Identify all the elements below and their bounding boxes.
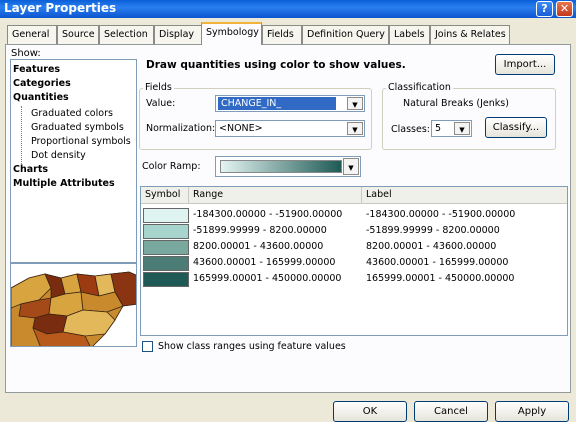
table-row[interactable]: 165999.00001 - 450000.00000 165999.00001… <box>141 271 567 287</box>
classes-value: 5 <box>435 123 442 134</box>
class-color-swatch[interactable] <box>143 224 189 239</box>
tab-symbology[interactable]: Symbology <box>201 22 262 45</box>
column-header-label[interactable]: Label <box>362 187 567 204</box>
range-cell[interactable]: 43600.00001 - 165999.00000 <box>193 257 335 268</box>
apply-button[interactable]: Apply <box>495 401 569 422</box>
label-cell[interactable]: -51899.99999 - 8200.00000 <box>366 225 500 236</box>
chevron-down-icon: ▼ <box>343 158 359 175</box>
tree-item-dot-density[interactable]: Dot density <box>31 150 86 161</box>
chevron-down-icon: ▼ <box>347 97 363 110</box>
normalization-dropdown[interactable]: <NONE> ▼ <box>215 120 365 137</box>
classify-button[interactable]: Classify... <box>485 117 547 138</box>
range-cell[interactable]: -51899.99999 - 8200.00000 <box>193 225 327 236</box>
tab-display[interactable]: Display <box>154 25 202 44</box>
range-cell[interactable]: -184300.00000 - -51900.00000 <box>193 209 342 220</box>
chevron-down-icon: ▼ <box>454 122 470 135</box>
column-header-symbol[interactable]: Symbol <box>141 187 189 204</box>
classes-table: Symbol Range Label -184300.00000 - -5190… <box>140 186 568 336</box>
normalization-value: <NONE> <box>219 123 263 134</box>
value-selected-text: CHANGE_IN_ <box>218 97 336 110</box>
classes-label: Classes: <box>391 124 430 135</box>
tab-general[interactable]: General <box>7 25 57 44</box>
help-button[interactable]: ? <box>536 1 553 17</box>
chevron-down-icon: ▼ <box>347 122 363 135</box>
tree-item-graduated-colors[interactable]: Graduated colors <box>31 108 113 119</box>
label-cell[interactable]: 165999.00001 - 450000.00000 <box>366 273 514 284</box>
window-title: Layer Properties <box>4 1 117 15</box>
tree-connector <box>21 106 22 164</box>
tab-labels[interactable]: Labels <box>389 25 430 44</box>
classification-method: Natural Breaks (Jenks) <box>403 98 509 109</box>
show-label: Show: <box>11 48 41 59</box>
range-cell[interactable]: 8200.00001 - 43600.00000 <box>193 241 323 252</box>
label-cell[interactable]: 43600.00001 - 165999.00000 <box>366 257 508 268</box>
table-row[interactable]: 8200.00001 - 43600.00000 8200.00001 - 43… <box>141 239 567 255</box>
class-color-swatch[interactable] <box>143 256 189 271</box>
show-class-ranges-checkbox[interactable] <box>142 341 153 352</box>
import-button[interactable]: Import... <box>495 54 555 75</box>
tree-item-features[interactable]: Features <box>13 64 60 75</box>
tab-fields[interactable]: Fields <box>262 25 302 44</box>
tree-item-quantities[interactable]: Quantities <box>13 92 69 103</box>
range-cell[interactable]: 165999.00001 - 450000.00000 <box>193 273 341 284</box>
ok-button[interactable]: OK <box>333 401 407 422</box>
tab-definition-query[interactable]: Definition Query <box>302 25 389 44</box>
table-row[interactable]: -184300.00000 - -51900.00000 -184300.000… <box>141 207 567 223</box>
value-label: Value: <box>146 98 176 109</box>
table-row[interactable]: -51899.99999 - 8200.00000 -51899.99999 -… <box>141 223 567 239</box>
value-dropdown[interactable]: CHANGE_IN_ ▼ <box>215 95 365 112</box>
label-cell[interactable]: -184300.00000 - -51900.00000 <box>366 209 515 220</box>
table-body: -184300.00000 - -51900.00000 -184300.000… <box>141 207 567 297</box>
table-row[interactable]: 43600.00001 - 165999.00000 43600.00001 -… <box>141 255 567 271</box>
tree-item-charts[interactable]: Charts <box>13 164 48 175</box>
close-button[interactable]: ✕ <box>556 1 573 17</box>
column-header-range[interactable]: Range <box>189 187 362 204</box>
tree-item-graduated-symbols[interactable]: Graduated symbols <box>31 122 124 133</box>
classes-dropdown[interactable]: 5 ▼ <box>431 120 472 137</box>
map-preview <box>10 263 137 347</box>
class-color-swatch[interactable] <box>143 208 189 223</box>
tab-selection[interactable]: Selection <box>99 25 154 44</box>
normalization-label: Normalization: <box>146 123 216 134</box>
color-ramp-swatch <box>220 160 342 173</box>
title-bar: Layer Properties <box>0 0 576 18</box>
label-cell[interactable]: 8200.00001 - 43600.00000 <box>366 241 496 252</box>
tab-joins-relates[interactable]: Joins & Relates <box>430 25 510 44</box>
fields-group-label: Fields <box>143 82 174 93</box>
tab-source[interactable]: Source <box>57 25 99 44</box>
class-color-swatch[interactable] <box>143 240 189 255</box>
class-color-swatch[interactable] <box>143 272 189 287</box>
color-ramp-dropdown[interactable]: ▼ <box>215 156 361 177</box>
color-ramp-label: Color Ramp: <box>142 161 201 172</box>
classification-group-label: Classification <box>386 82 453 93</box>
tree-item-proportional-symbols[interactable]: Proportional symbols <box>31 136 131 147</box>
africa-map-thumbnail <box>11 264 136 346</box>
cancel-button[interactable]: Cancel <box>414 401 488 422</box>
show-class-ranges-label: Show class ranges using feature values <box>158 341 346 352</box>
tree-item-categories[interactable]: Categories <box>13 78 71 89</box>
tree-item-multiple-attributes[interactable]: Multiple Attributes <box>13 178 115 189</box>
show-tree: Features Categories Quantities Graduated… <box>10 59 137 263</box>
renderer-description: Draw quantities using color to show valu… <box>146 59 406 71</box>
